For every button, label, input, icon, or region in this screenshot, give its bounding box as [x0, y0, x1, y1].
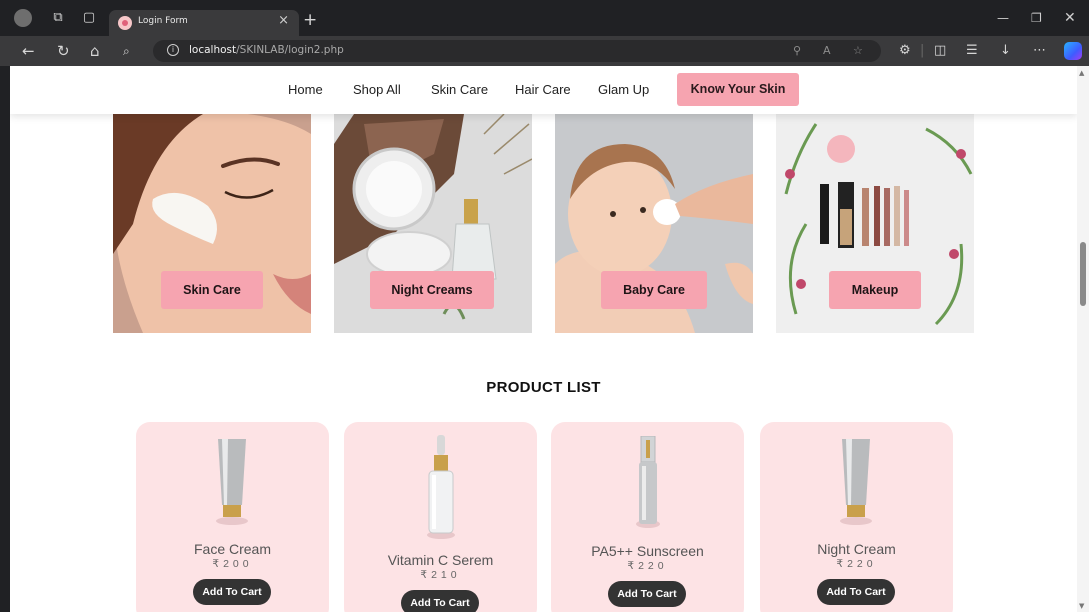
new-tab-icon[interactable]: +: [303, 12, 317, 29]
search-icon[interactable]: ⌕: [123, 43, 130, 59]
page-viewport: Home Shop All Skin Care Hair Care Glam U…: [10, 66, 1077, 612]
add-to-cart-button[interactable]: Add To Cart: [401, 590, 479, 612]
category-card-skin-care[interactable]: Skin Care: [113, 114, 311, 333]
product-card-face-cream: Face Cream ₹200 Add To Cart: [136, 422, 329, 612]
product-price: ₹220: [836, 558, 877, 570]
scroll-up-icon[interactable]: ▲: [1079, 69, 1084, 77]
skin-care-category-button[interactable]: Skin Care: [161, 271, 263, 309]
scroll-thumb[interactable]: [1080, 242, 1086, 306]
product-price: ₹220: [627, 560, 668, 572]
workspaces-icon[interactable]: ⧉: [50, 10, 66, 26]
split-screen-icon[interactable]: ◫: [934, 44, 946, 58]
nav-skin-care[interactable]: Skin Care: [431, 82, 488, 97]
active-tab[interactable]: Login Form ×: [109, 10, 299, 36]
product-name: PA5++ Sunscreen: [591, 543, 704, 559]
add-to-cart-button[interactable]: Add To Cart: [817, 579, 895, 605]
product-list-heading: PRODUCT LIST: [486, 379, 601, 396]
tab-title: Login Form: [138, 16, 188, 26]
product-card-sunscreen: PA5++ Sunscreen ₹220 Add To Cart: [551, 422, 744, 612]
know-your-skin-button[interactable]: Know Your Skin: [677, 73, 799, 106]
url-text: localhost/SKINLAB/login2.php: [189, 44, 344, 56]
add-to-cart-button[interactable]: Add To Cart: [193, 579, 271, 605]
tab-favicon-icon: [118, 16, 132, 30]
site-navbar: Home Shop All Skin Care Hair Care Glam U…: [10, 66, 1077, 114]
back-icon[interactable]: ←: [22, 43, 35, 59]
sunscreen-spray-bottle-image: [636, 436, 660, 528]
close-tab-icon[interactable]: ×: [278, 14, 289, 28]
serum-dropper-bottle-image: [427, 435, 455, 539]
downloads-icon[interactable]: ↓: [1000, 44, 1011, 58]
address-bar[interactable]: i localhost/SKINLAB/login2.php ⚲ A ☆: [153, 40, 881, 62]
product-name: Face Cream: [193, 541, 272, 557]
more-menu-icon[interactable]: ⋯: [1033, 44, 1046, 58]
copilot-icon[interactable]: [1064, 42, 1082, 60]
close-window-icon[interactable]: ✕: [1064, 11, 1076, 25]
nav-shop-all[interactable]: Shop All: [353, 82, 401, 97]
nav-hair-care[interactable]: Hair Care: [515, 82, 571, 97]
favorite-star-icon[interactable]: ☆: [853, 44, 863, 57]
category-card-baby-care[interactable]: Baby Care: [555, 114, 753, 333]
nav-home[interactable]: Home: [288, 82, 323, 97]
password-icon[interactable]: ⚲: [793, 44, 801, 57]
read-aloud-icon[interactable]: A: [823, 44, 831, 57]
tab-actions-icon[interactable]: ▢: [81, 10, 97, 26]
refresh-icon[interactable]: ↻: [57, 43, 70, 59]
browser-toolbar: ← ↻ ⌂ ⌕ i localhost/SKINLAB/login2.php ⚲…: [0, 36, 1089, 66]
page-scrollbar[interactable]: ▲ ▼: [1077, 66, 1089, 612]
product-name: Night Cream: [817, 541, 896, 557]
face-cream-tube-image: [216, 439, 248, 525]
night-creams-category-button[interactable]: Night Creams: [370, 271, 494, 309]
extensions-icon[interactable]: ⚙: [899, 44, 911, 58]
makeup-category-button[interactable]: Makeup: [829, 271, 921, 309]
site-info-icon[interactable]: i: [167, 44, 179, 56]
favorites-icon[interactable]: ☰: [966, 44, 978, 58]
product-card-vitamin-c-serum: Vitamin C Serem ₹210 Add To Cart: [344, 422, 537, 612]
profile-avatar-icon[interactable]: [14, 9, 32, 27]
category-card-makeup[interactable]: Makeup: [776, 114, 974, 333]
restore-icon[interactable]: ❐: [1031, 11, 1042, 25]
toolbar-divider: |: [920, 43, 925, 58]
home-icon[interactable]: ⌂: [90, 43, 100, 59]
night-cream-tube-image: [840, 439, 872, 525]
browser-tab-bar: ⧉ ▢ Login Form × + — ❐ ✕: [0, 0, 1089, 36]
product-price: ₹210: [420, 569, 461, 581]
add-to-cart-button[interactable]: Add To Cart: [608, 581, 686, 607]
baby-care-category-button[interactable]: Baby Care: [601, 271, 707, 309]
product-card-night-cream: Night Cream ₹220 Add To Cart: [760, 422, 953, 612]
category-card-night-creams[interactable]: Night Creams: [334, 114, 532, 333]
scroll-down-icon[interactable]: ▼: [1079, 602, 1084, 610]
product-name: Vitamin C Serem: [387, 552, 494, 568]
minimize-icon[interactable]: —: [997, 11, 1009, 25]
product-price: ₹200: [212, 558, 253, 570]
nav-glam-up[interactable]: Glam Up: [598, 82, 649, 97]
